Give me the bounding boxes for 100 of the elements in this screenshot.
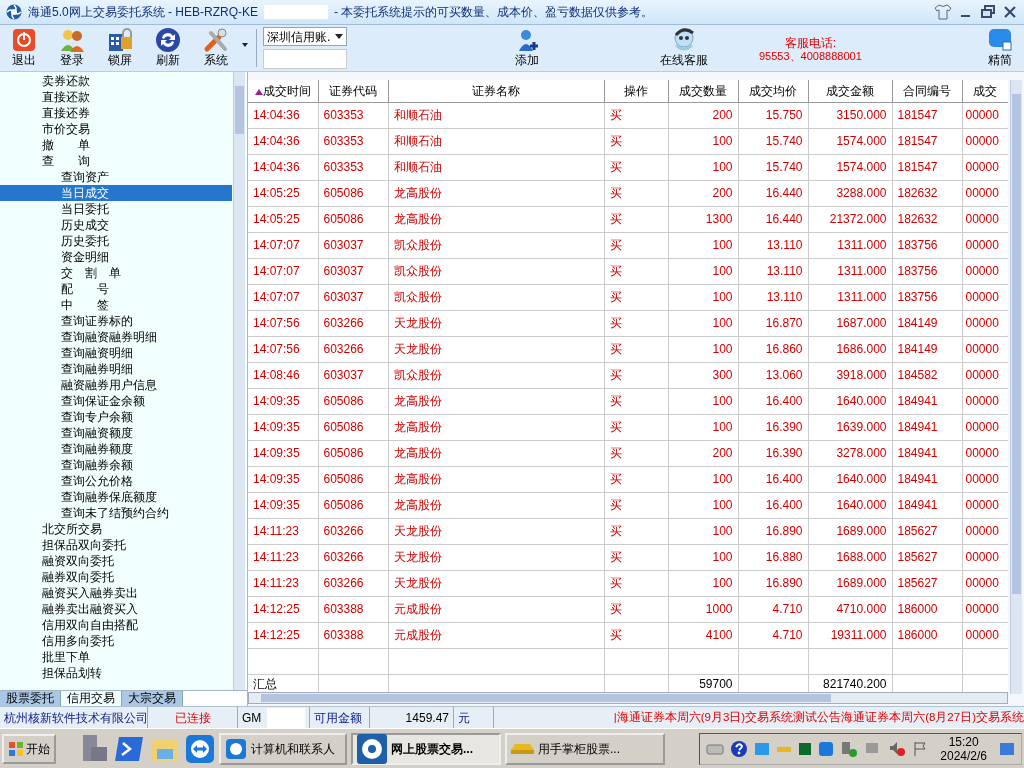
table-cell: 买 xyxy=(604,362,668,388)
tree-item[interactable]: 担保品划转 xyxy=(0,665,232,681)
tree-item[interactable]: 历史成交 xyxy=(0,217,232,233)
tab[interactable]: 信用交易 xyxy=(61,691,122,706)
tree-item[interactable]: 查询资产 xyxy=(0,169,232,185)
toolbar-button[interactable]: 锁屏 xyxy=(96,25,144,71)
table-cell: 1640.000 xyxy=(808,388,892,414)
table-cell: 龙高股份 xyxy=(388,414,604,440)
tree-item[interactable]: 查询融资明细 xyxy=(0,345,232,361)
table-cell: 100 xyxy=(668,284,738,310)
tree-item[interactable]: 担保品双向委托 xyxy=(0,537,232,553)
tree-item[interactable]: 撤 单 xyxy=(0,137,232,153)
tree-item[interactable]: 查询保证金余额 xyxy=(0,393,232,409)
table-cell: 603388 xyxy=(318,596,388,622)
shirt-icon[interactable] xyxy=(934,4,952,20)
toolbar-button[interactable]: 系统 xyxy=(192,25,240,71)
table-cell: 14:07:56 xyxy=(248,336,318,362)
table-cell: 100 xyxy=(668,466,738,492)
tree-item[interactable]: 卖券还款 xyxy=(0,73,232,89)
tree-item[interactable]: 中 签 xyxy=(0,297,232,313)
scrollbar[interactable] xyxy=(1010,80,1022,694)
tree-item[interactable]: 查询融资额度 xyxy=(0,425,232,441)
tree-item[interactable]: 信用多向委托 xyxy=(0,633,232,649)
tree-item[interactable]: 查询未了结预约合约 xyxy=(0,505,232,521)
tree-item[interactable]: 北交所交易 xyxy=(0,521,232,537)
tree-item[interactable]: 查询证券标的 xyxy=(0,313,232,329)
table-cell: 16.390 xyxy=(738,414,808,440)
tree-item[interactable]: 融券双向委托 xyxy=(0,569,232,585)
show-desktop-icon[interactable] xyxy=(999,741,1015,756)
column-header[interactable]: 证券名称 xyxy=(388,80,604,102)
column-header[interactable]: 操作 xyxy=(604,80,668,102)
tree-item[interactable]: 信用双向自由搭配 xyxy=(0,617,232,633)
table-cell: 00000 xyxy=(962,596,1008,622)
tree-item[interactable]: 查询专户余额 xyxy=(0,409,232,425)
table-cell: 买 xyxy=(604,570,668,596)
scrollbar[interactable] xyxy=(248,692,1008,704)
tree-item[interactable]: 交 割 单 xyxy=(0,265,232,281)
tree-item[interactable]: 融资买入融券卖出 xyxy=(0,585,232,601)
tree-item[interactable]: 查询融券额度 xyxy=(0,441,232,457)
tree-item[interactable]: 历史委托 xyxy=(0,233,232,249)
taskbar-button[interactable]: 计算机和联系人 xyxy=(219,732,347,765)
tray-icon[interactable] xyxy=(818,740,835,757)
scrollbar[interactable] xyxy=(233,72,245,690)
remote-control-icon[interactable] xyxy=(185,733,215,764)
tree-item[interactable]: 查询融券明细 xyxy=(0,361,232,377)
tree-item[interactable]: 直接还款 xyxy=(0,89,232,105)
toolbar-button[interactable]: 登录 xyxy=(48,25,96,71)
tree-item[interactable]: 查询融资融券明细 xyxy=(0,329,232,345)
tree-item[interactable]: 批里下单 xyxy=(0,649,232,665)
tree-item[interactable]: 配 号 xyxy=(0,281,232,297)
table-cell: 元成股份 xyxy=(388,596,604,622)
tray-icon[interactable] xyxy=(754,740,771,757)
toolbar-button[interactable]: 刷新 xyxy=(144,25,192,71)
table-cell: 14:04:36 xyxy=(248,128,318,154)
keyboard-icon[interactable] xyxy=(706,741,725,756)
account-select[interactable]: 深圳信用账. xyxy=(263,27,347,46)
column-header[interactable]: 成交数量 xyxy=(668,80,738,102)
tree-item[interactable]: 查询融券保底额度 xyxy=(0,489,232,505)
tree-item[interactable]: 当日委托 xyxy=(0,201,232,217)
close-icon[interactable] xyxy=(1002,4,1018,20)
column-header[interactable]: 成交金额 xyxy=(808,80,892,102)
taskbar-button[interactable]: 网上股票交易... xyxy=(351,732,501,765)
table-cell: 13.110 xyxy=(738,232,808,258)
tree-item[interactable]: 资金明细 xyxy=(0,249,232,265)
tree-item[interactable]: 查询融券余额 xyxy=(0,457,232,473)
tree-item[interactable]: 融资融券用户信息 xyxy=(0,377,232,393)
flag-icon[interactable] xyxy=(912,740,929,757)
tree-item[interactable]: 市价交易 xyxy=(0,121,232,137)
restore-icon[interactable] xyxy=(980,4,996,20)
start-button[interactable]: 开始 xyxy=(2,733,56,764)
help-icon[interactable] xyxy=(730,739,749,758)
tree-item[interactable]: 融资双向委托 xyxy=(0,553,232,569)
column-header[interactable]: 合同编号 xyxy=(892,80,962,102)
table-cell: 13.110 xyxy=(738,258,808,284)
tree-item[interactable]: 查询公允价格 xyxy=(0,473,232,489)
table-cell: 14:07:56 xyxy=(248,310,318,336)
tree-item[interactable]: 融券卖出融资买入 xyxy=(0,601,232,617)
column-header[interactable]: 成交均价 xyxy=(738,80,808,102)
column-header[interactable]: 成交时间 xyxy=(248,80,318,102)
column-header[interactable]: 成交 xyxy=(962,80,1008,102)
toolbar-button[interactable]: 精简 xyxy=(976,25,1024,71)
table-cell: 买 xyxy=(604,596,668,622)
toolbar-button[interactable]: 在线客服 xyxy=(649,25,719,71)
tab[interactable]: 大宗交易 xyxy=(122,691,183,706)
tree-item[interactable]: 当日成交 xyxy=(0,185,232,201)
table-cell: 1689.000 xyxy=(808,518,892,544)
toolbar-button[interactable]: 添加 xyxy=(497,25,557,71)
app-logo-icon xyxy=(357,733,387,764)
column-header[interactable]: 证券代码 xyxy=(318,80,388,102)
tree-item[interactable]: 查 询 xyxy=(0,153,232,169)
table-cell: 200 xyxy=(668,102,738,128)
taskbar-button[interactable]: 用手掌柜股票... xyxy=(505,732,665,765)
tray-icon[interactable] xyxy=(798,741,813,756)
tab[interactable]: 股票委托 xyxy=(0,691,61,706)
table-cell: 16.870 xyxy=(738,310,808,336)
tree-item[interactable]: 直接还券 xyxy=(0,105,232,121)
table-cell: 00000 xyxy=(962,154,1008,180)
table-cell: 603266 xyxy=(318,544,388,570)
table-cell: 天龙股份 xyxy=(388,310,604,336)
toolbar-button[interactable]: 退出 xyxy=(0,25,48,71)
